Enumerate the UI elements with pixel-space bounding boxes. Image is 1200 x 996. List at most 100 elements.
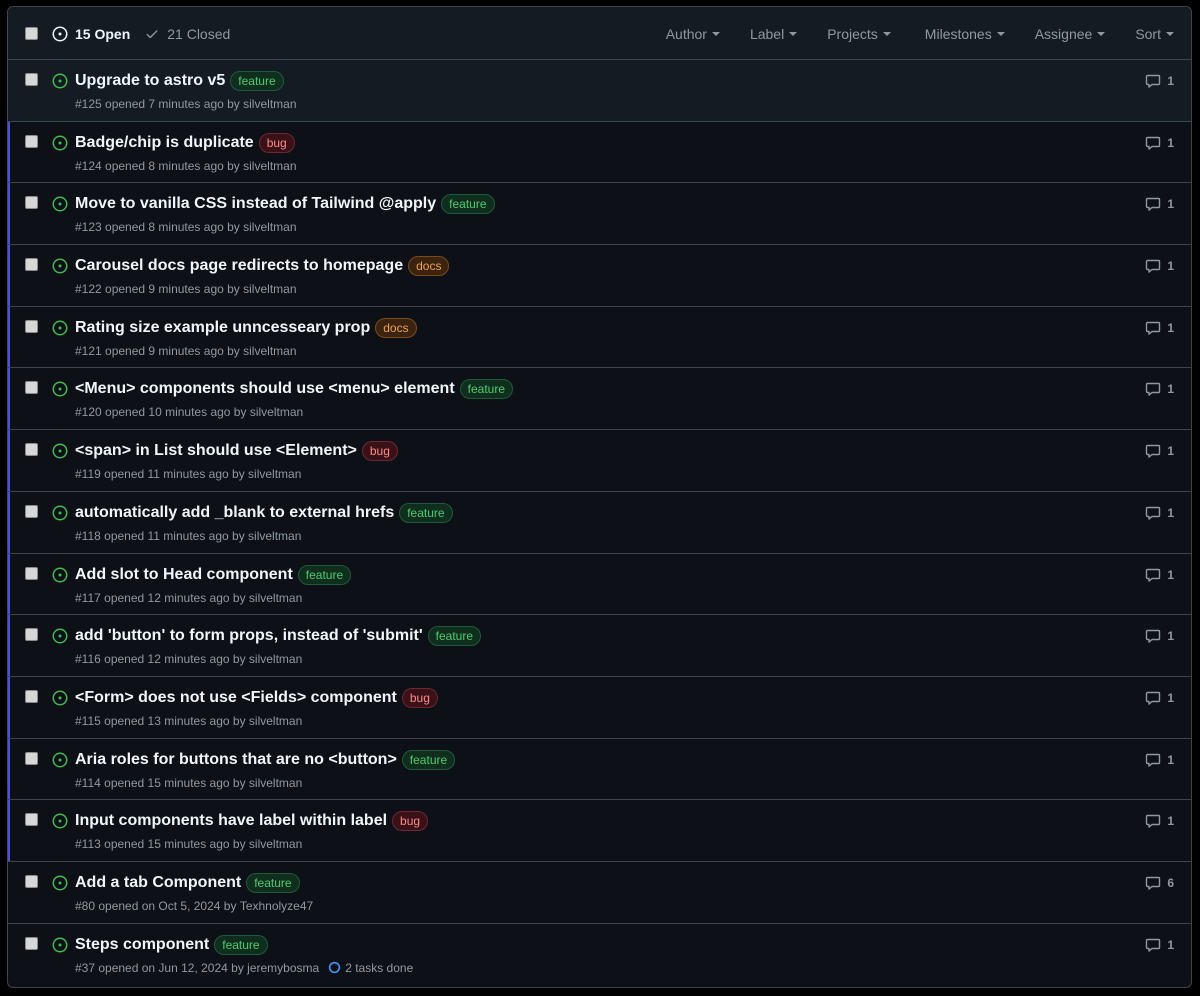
closed-issues-tab[interactable]: 21 Closed <box>145 26 230 42</box>
issue-checkbox[interactable] <box>25 874 38 888</box>
issue-checkbox[interactable] <box>25 443 38 457</box>
issue-title-link[interactable]: Carousel docs page redirects to homepage <box>75 257 403 275</box>
issue-row[interactable]: Add slot to Head component feature #117 … <box>8 554 1191 616</box>
issue-label[interactable]: docs <box>375 317 417 338</box>
comments-link[interactable]: 1 <box>1145 690 1174 706</box>
issue-author-link[interactable]: silveltman <box>250 405 303 419</box>
assignee-filter[interactable]: Assignee <box>1035 26 1106 42</box>
comments-link[interactable]: 1 <box>1145 381 1174 397</box>
issue-author-link[interactable]: jeremybosma <box>247 961 319 975</box>
issue-author-link[interactable]: silveltman <box>249 837 302 851</box>
comments-link[interactable]: 1 <box>1145 73 1174 89</box>
issue-label[interactable]: bug <box>258 132 295 153</box>
issue-checkbox[interactable] <box>25 319 38 333</box>
issue-label[interactable]: docs <box>408 256 450 277</box>
issue-title-link[interactable]: Aria roles for buttons that are no <butt… <box>75 751 397 769</box>
issue-row[interactable]: <Form> does not use <Fields> component b… <box>8 677 1191 739</box>
comments-link[interactable]: 1 <box>1145 628 1174 644</box>
issue-checkbox[interactable] <box>25 73 38 86</box>
label-filter[interactable]: Label <box>750 26 798 42</box>
issue-label[interactable]: bug <box>401 687 438 708</box>
issue-checkbox[interactable] <box>25 134 38 148</box>
issue-checkbox[interactable] <box>25 381 38 395</box>
issue-author-link[interactable]: silveltman <box>249 714 302 728</box>
issue-author-link[interactable]: silveltman <box>248 529 301 543</box>
issue-title-link[interactable]: add 'button' to form props, instead of '… <box>75 627 423 645</box>
issue-row[interactable]: Upgrade to astro v5 feature #125 opened … <box>8 60 1191 122</box>
issue-checkbox[interactable] <box>25 196 38 210</box>
issue-author-link[interactable]: silveltman <box>243 282 296 296</box>
issue-title-link[interactable]: Rating size example unncesseary prop <box>75 319 370 337</box>
issue-title-link[interactable]: Badge/chip is duplicate <box>75 134 254 152</box>
issue-row[interactable]: <Menu> components should use <menu> elem… <box>8 368 1191 431</box>
issue-label[interactable]: feature <box>459 379 513 400</box>
issue-row[interactable]: Badge/chip is duplicate bug #124 opened … <box>8 122 1191 184</box>
comments-link[interactable]: 1 <box>1145 567 1174 583</box>
task-progress[interactable]: 2 tasks done <box>328 961 413 975</box>
comments-link[interactable]: 1 <box>1145 196 1174 212</box>
issue-title-link[interactable]: <span> in List should use <Element> <box>75 442 357 460</box>
issue-checkbox[interactable] <box>25 566 38 580</box>
issue-checkbox[interactable] <box>25 258 38 272</box>
issue-row[interactable]: Add a tab Component feature #80 opened o… <box>8 862 1191 924</box>
issue-title-link[interactable]: Steps component <box>75 936 209 954</box>
issue-title-link[interactable]: Upgrade to astro v5 <box>75 72 225 90</box>
comments-link[interactable]: 1 <box>1145 505 1174 521</box>
issue-label[interactable]: feature <box>246 872 300 893</box>
issue-label[interactable]: feature <box>214 934 268 955</box>
issue-checkbox[interactable] <box>25 504 38 518</box>
issue-row[interactable]: Aria roles for buttons that are no <butt… <box>8 739 1191 801</box>
issue-checkbox[interactable] <box>25 628 38 642</box>
issue-author-link[interactable]: silveltman <box>248 467 301 481</box>
issue-row[interactable]: automatically add _blank to external hre… <box>8 492 1191 554</box>
issue-row[interactable]: Input components have label within label… <box>8 800 1191 862</box>
issue-title-link[interactable]: <Menu> components should use <menu> elem… <box>75 380 455 398</box>
issue-label[interactable]: feature <box>399 502 453 523</box>
issue-label[interactable]: feature <box>441 194 495 215</box>
comments-link[interactable]: 6 <box>1145 875 1174 891</box>
issue-title-link[interactable]: <Form> does not use <Fields> component <box>75 689 397 707</box>
issue-author-link[interactable]: Texhnolyze47 <box>240 899 313 913</box>
issue-checkbox[interactable] <box>25 813 38 827</box>
issue-row[interactable]: Rating size example unncesseary prop doc… <box>8 307 1191 369</box>
issue-author-link[interactable]: silveltman <box>243 159 296 173</box>
issue-row[interactable]: Carousel docs page redirects to homepage… <box>8 245 1191 307</box>
issue-label[interactable]: feature <box>297 564 352 585</box>
issue-checkbox[interactable] <box>25 689 38 703</box>
comments-link[interactable]: 1 <box>1145 135 1174 151</box>
issue-title-link[interactable]: Add a tab Component <box>75 874 241 892</box>
comments-link[interactable]: 1 <box>1145 813 1174 829</box>
milestones-filter[interactable]: Milestones <box>925 26 1005 42</box>
issue-row[interactable]: Steps component feature #37 opened on Ju… <box>8 924 1191 986</box>
issue-author-link[interactable]: silveltman <box>243 220 296 234</box>
select-all-checkbox[interactable] <box>25 27 38 40</box>
comments-link[interactable]: 1 <box>1145 258 1174 274</box>
issue-author-link[interactable]: silveltman <box>249 776 302 790</box>
issue-label[interactable]: feature <box>427 626 481 647</box>
issue-label[interactable]: bug <box>361 441 398 462</box>
issue-label[interactable]: bug <box>392 811 429 832</box>
issue-row[interactable]: <span> in List should use <Element> bug … <box>8 430 1191 492</box>
issue-checkbox[interactable] <box>25 936 38 950</box>
issue-author-link[interactable]: silveltman <box>249 652 302 666</box>
issue-title-link[interactable]: automatically add _blank to external hre… <box>75 504 394 522</box>
issue-title-link[interactable]: Move to vanilla CSS instead of Tailwind … <box>75 195 436 213</box>
issue-checkbox[interactable] <box>25 751 38 765</box>
issue-label[interactable]: feature <box>401 749 456 770</box>
comments-link[interactable]: 1 <box>1145 752 1174 768</box>
issue-row[interactable]: Move to vanilla CSS instead of Tailwind … <box>8 183 1191 246</box>
issue-title-link[interactable]: Add slot to Head component <box>75 566 293 584</box>
issue-title-link[interactable]: Input components have label within label <box>75 812 387 830</box>
issue-author-link[interactable]: silveltman <box>243 344 296 358</box>
issue-row[interactable]: add 'button' to form props, instead of '… <box>8 615 1191 677</box>
issue-author-link[interactable]: silveltman <box>243 97 296 111</box>
comments-link[interactable]: 1 <box>1145 320 1174 336</box>
open-issues-tab[interactable]: 15 Open <box>52 26 130 42</box>
projects-filter[interactable]: Projects <box>827 26 891 42</box>
author-filter[interactable]: Author <box>666 26 720 42</box>
issue-label[interactable]: feature <box>230 71 284 91</box>
issue-author-link[interactable]: silveltman <box>249 591 302 605</box>
comments-link[interactable]: 1 <box>1145 937 1174 953</box>
comments-link[interactable]: 1 <box>1145 443 1174 459</box>
sort-filter[interactable]: Sort <box>1135 26 1174 42</box>
